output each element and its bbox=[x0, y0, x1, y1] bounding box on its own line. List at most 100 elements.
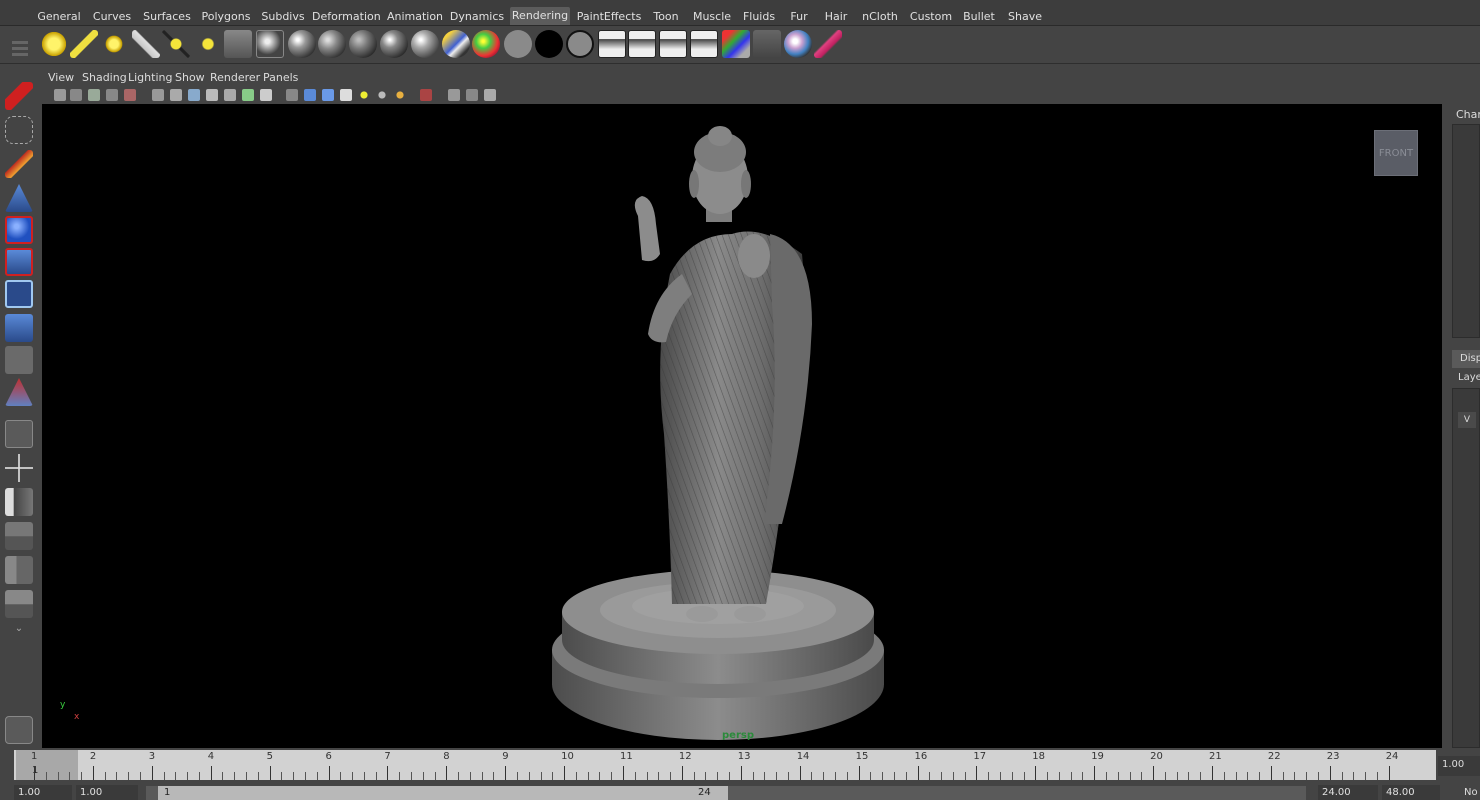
hypershade-persp-layout-icon[interactable] bbox=[5, 556, 33, 584]
four-view-layout-icon[interactable] bbox=[5, 454, 33, 482]
rotate-tool-icon[interactable] bbox=[5, 216, 33, 244]
smooth-shade-icon[interactable] bbox=[304, 89, 316, 101]
ambient-light-icon[interactable] bbox=[40, 30, 68, 58]
image-plane-icon[interactable] bbox=[106, 89, 118, 101]
show-manipulator-icon[interactable] bbox=[5, 346, 33, 374]
menu-view[interactable]: View bbox=[48, 71, 74, 84]
hypershade-icon[interactable] bbox=[256, 30, 284, 58]
mental-ray-icon[interactable] bbox=[784, 30, 812, 58]
range-slider-handle[interactable]: 1 24 bbox=[158, 786, 728, 800]
persp-graph-layout-icon[interactable] bbox=[5, 522, 33, 550]
directional-light-icon[interactable] bbox=[70, 30, 98, 58]
toolbox-more-icon[interactable]: ⌄ bbox=[5, 624, 33, 638]
surface-shader-icon[interactable] bbox=[504, 30, 532, 58]
render-current-frame-icon[interactable] bbox=[628, 30, 656, 58]
textured-icon[interactable] bbox=[340, 89, 352, 101]
layer-editor-area[interactable] bbox=[1452, 388, 1480, 748]
layers-menu[interactable]: Laye bbox=[1458, 372, 1480, 383]
playback-start-field[interactable]: 1.00 bbox=[76, 785, 138, 800]
shelf-tab-muscle[interactable]: Muscle bbox=[690, 8, 734, 26]
scale-tool-icon[interactable] bbox=[5, 248, 33, 276]
menu-renderer[interactable]: Renderer bbox=[210, 71, 260, 84]
outliner-graph-layout-icon[interactable] bbox=[5, 590, 33, 618]
menu-panels[interactable]: Panels bbox=[263, 71, 298, 84]
shader-sphere-1-icon[interactable] bbox=[288, 30, 316, 58]
shelf-tab-custom[interactable]: Custom bbox=[908, 8, 954, 26]
film-gate-icon[interactable] bbox=[170, 89, 182, 101]
shader-sphere-2-icon[interactable] bbox=[318, 30, 346, 58]
lasso-tool-icon[interactable] bbox=[5, 116, 33, 144]
select-camera-icon[interactable] bbox=[54, 89, 66, 101]
shelf-tab-deformation[interactable]: Deformation bbox=[312, 8, 381, 26]
shelf-tab-bullet[interactable]: Bullet bbox=[960, 8, 998, 26]
render-view-icon[interactable] bbox=[598, 30, 626, 58]
range-slider-track[interactable]: 1 24 bbox=[146, 786, 1306, 800]
wireframe-icon[interactable] bbox=[286, 89, 298, 101]
viewcube[interactable]: FRONT bbox=[1374, 130, 1418, 176]
layer-visibility-toggle[interactable]: V bbox=[1458, 412, 1476, 428]
universal-manipulator-icon[interactable] bbox=[5, 280, 33, 308]
shelf-tab-general[interactable]: General bbox=[34, 8, 84, 26]
outliner-persp-layout-icon[interactable] bbox=[5, 488, 33, 516]
display-layer-tab[interactable]: Displ bbox=[1452, 350, 1480, 368]
shelf-tab-rendering[interactable]: Rendering bbox=[510, 7, 570, 25]
two-d-pan-zoom-icon[interactable] bbox=[124, 89, 136, 101]
render-settings-icon[interactable] bbox=[690, 30, 718, 58]
xray-icon[interactable] bbox=[448, 89, 460, 101]
shelf-tab-curves[interactable]: Curves bbox=[90, 8, 134, 26]
resolution-gate-icon[interactable] bbox=[188, 89, 200, 101]
shelf-tab-fur[interactable]: Fur bbox=[786, 8, 812, 26]
anisotropic-shader-icon[interactable] bbox=[442, 30, 470, 58]
camera-attributes-icon[interactable] bbox=[70, 89, 82, 101]
safe-title-icon[interactable] bbox=[260, 89, 272, 101]
shelf-tab-toon[interactable]: Toon bbox=[646, 8, 686, 26]
layered-shader-icon[interactable] bbox=[566, 30, 594, 58]
last-tool-icon[interactable] bbox=[5, 378, 33, 406]
buddha-statue-model[interactable] bbox=[42, 104, 1442, 748]
paint-select-tool-icon[interactable] bbox=[5, 150, 33, 178]
bookmarks-icon[interactable] bbox=[88, 89, 100, 101]
shelf-tab-hair[interactable]: Hair bbox=[820, 8, 852, 26]
end-time-field[interactable]: 48.00 bbox=[1382, 785, 1440, 800]
perspective-viewport[interactable]: FRONT y x persp bbox=[42, 104, 1442, 748]
field-chart-icon[interactable] bbox=[224, 89, 236, 101]
ramp-shader-icon[interactable] bbox=[472, 30, 500, 58]
shelf-tab-dynamics[interactable]: Dynamics bbox=[448, 8, 506, 26]
delete-render-icon[interactable] bbox=[753, 30, 781, 58]
shelf-tab-animation[interactable]: Animation bbox=[386, 8, 444, 26]
xray-joints-icon[interactable] bbox=[466, 89, 478, 101]
playback-end-field[interactable]: 24.00 bbox=[1318, 785, 1378, 800]
high-quality-icon[interactable] bbox=[394, 89, 406, 101]
time-end-field[interactable]: 1.00 bbox=[1438, 756, 1480, 776]
menu-show[interactable]: Show bbox=[175, 71, 205, 84]
shelf-tab-surfaces[interactable]: Surfaces bbox=[140, 8, 194, 26]
shader-sphere-3-icon[interactable] bbox=[349, 30, 377, 58]
shelf-tab-subdivs[interactable]: Subdivs bbox=[258, 8, 308, 26]
shader-sphere-4-icon[interactable] bbox=[380, 30, 408, 58]
shader-sphere-5-icon[interactable] bbox=[411, 30, 439, 58]
point-light-icon[interactable] bbox=[100, 30, 128, 58]
paint-brush-icon[interactable] bbox=[814, 30, 842, 58]
shelf-tab-ncloth[interactable]: nCloth bbox=[858, 8, 902, 26]
use-all-lights-icon[interactable] bbox=[358, 89, 370, 101]
xray-components-icon[interactable] bbox=[484, 89, 496, 101]
shelf-tab-fluids[interactable]: Fluids bbox=[738, 8, 780, 26]
isolate-select-icon[interactable] bbox=[420, 89, 432, 101]
render-layer-icon[interactable] bbox=[722, 30, 750, 58]
soft-modification-icon[interactable] bbox=[5, 314, 33, 342]
menu-shading[interactable]: Shading bbox=[82, 71, 127, 84]
select-tool-icon[interactable] bbox=[5, 82, 33, 110]
menu-lighting[interactable]: Lighting bbox=[128, 71, 172, 84]
move-tool-icon[interactable] bbox=[5, 184, 33, 212]
gate-mask-icon[interactable] bbox=[206, 89, 218, 101]
spot-light-icon[interactable] bbox=[132, 30, 160, 58]
volume-light-icon[interactable] bbox=[194, 30, 222, 58]
shelf-tab-painteffects[interactable]: PaintEffects bbox=[576, 8, 642, 26]
time-slider[interactable]: 1 1 2 3 4 5 6 7 8 9 10 11 12 13 14 15 16 17 18 19 20 21 22 23 2… bbox=[14, 750, 1436, 780]
use-background-icon[interactable] bbox=[535, 30, 563, 58]
channel-box-area[interactable] bbox=[1452, 124, 1480, 338]
shadows-icon[interactable] bbox=[376, 89, 388, 101]
shelf-menu-handle[interactable] bbox=[10, 38, 30, 68]
ipr-render-icon[interactable] bbox=[659, 30, 687, 58]
shelf-tab-polygons[interactable]: Polygons bbox=[198, 8, 254, 26]
